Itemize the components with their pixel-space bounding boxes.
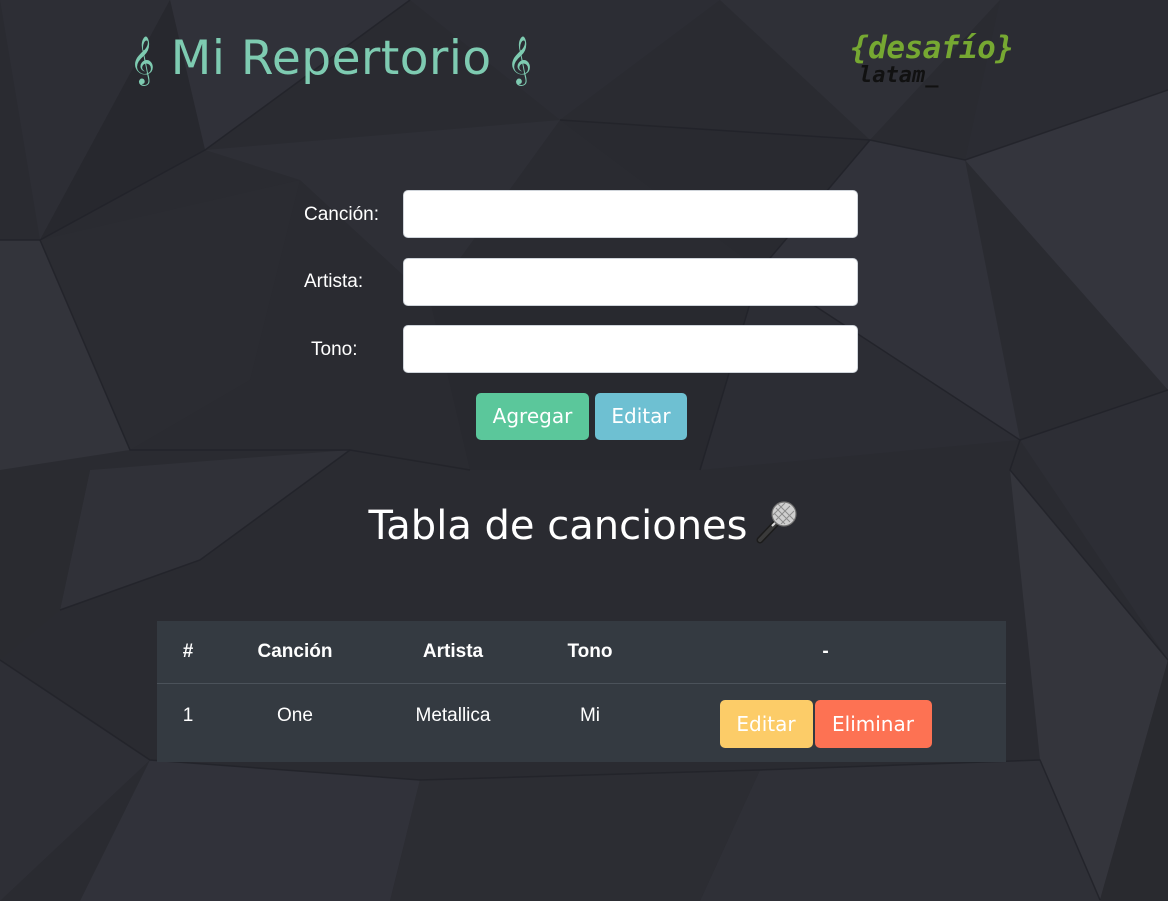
table-header-row: # Canción Artista Tono - — [157, 621, 1006, 684]
table-title-text: Tabla de canciones — [368, 503, 748, 549]
page-title: 𝄞 Mi Repertorio 𝄞 — [130, 28, 532, 91]
microphone-icon — [756, 501, 797, 544]
column-header-tono: Tono — [535, 621, 645, 684]
column-header-actions: - — [645, 621, 1006, 684]
cell-artista: Metallica — [415, 705, 491, 726]
treble-clef-icon: 𝄞 — [130, 35, 156, 84]
artista-input[interactable] — [403, 258, 858, 306]
page-content: 𝄞 Mi Repertorio 𝄞 {desafío} latam_ Canci… — [0, 0, 1168, 901]
cell-tono: Mi — [579, 705, 601, 726]
column-header-artista: Artista — [371, 621, 535, 684]
page-title-text: Mi Repertorio — [170, 31, 492, 86]
cancion-input[interactable] — [403, 190, 858, 238]
table-row: 1 One Metallica Mi Editar Eliminar — [157, 684, 1006, 784]
editar-button[interactable]: Editar — [595, 393, 687, 440]
cell-cancion: One — [277, 705, 313, 726]
cell-index: 1 — [182, 705, 194, 726]
treble-clef-icon: 𝄞 — [507, 35, 533, 84]
column-header-cancion: Canción — [219, 621, 371, 684]
agregar-button[interactable]: Agregar — [476, 393, 589, 440]
cell-actions: Editar Eliminar — [645, 684, 1006, 784]
table-title: Tabla de canciones — [0, 498, 1168, 554]
cancion-label: Canción: — [304, 204, 379, 225]
artista-label: Artista: — [304, 271, 364, 292]
songs-table-container: # Canción Artista Tono - 1 One Metallica… — [157, 621, 1006, 762]
songs-table: # Canción Artista Tono - 1 One Metallica… — [157, 621, 1006, 783]
desafio-latam-logo: {desafío} latam_ — [850, 28, 1035, 98]
tono-input[interactable] — [403, 325, 858, 373]
logo-text-latam: latam_ — [859, 63, 939, 88]
column-header-index: # — [157, 621, 219, 684]
row-delete-button[interactable]: Eliminar — [814, 700, 932, 748]
row-edit-button[interactable]: Editar — [719, 700, 813, 748]
tono-label: Tono: — [311, 339, 358, 360]
